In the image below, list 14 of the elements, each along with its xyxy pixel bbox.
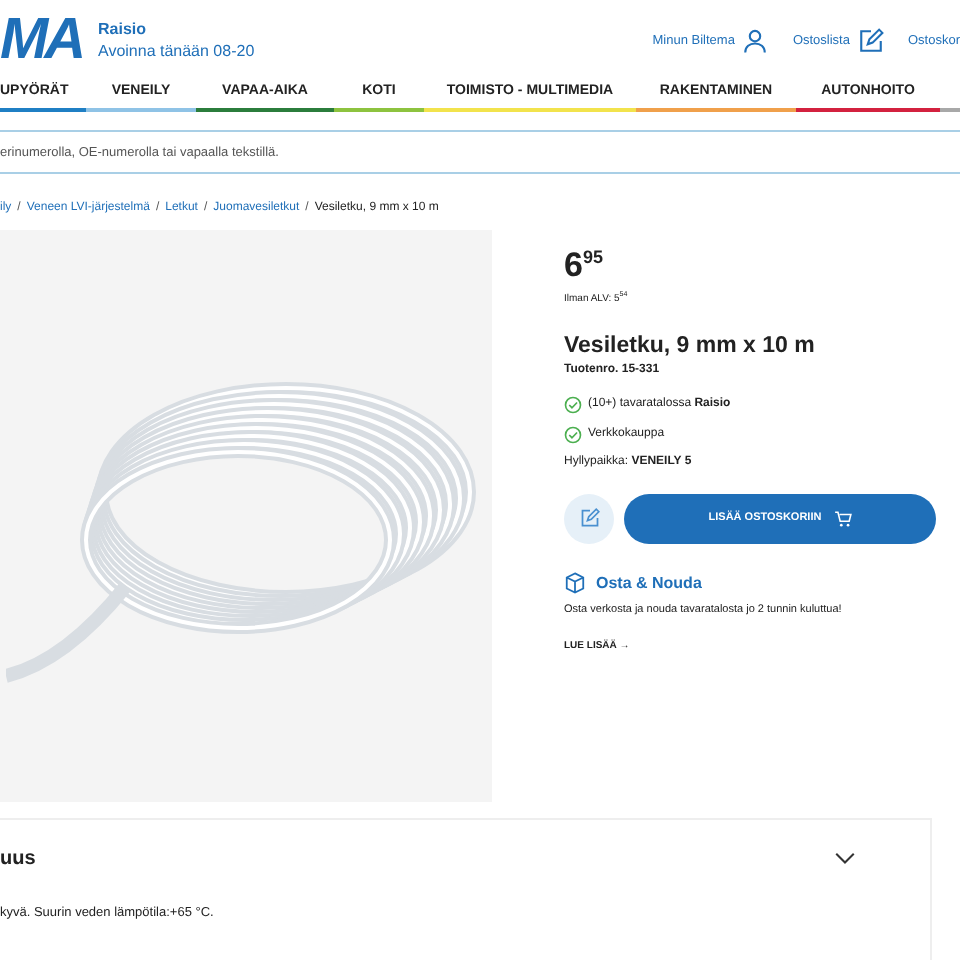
edit-icon [579,508,599,529]
product-title: Vesiletku, 9 mm x 10 m [564,333,817,358]
box-icon [564,571,586,594]
pickup-title: Osta & Nouda [596,573,702,592]
edit-icon [857,27,884,53]
user-icon [742,27,769,53]
opening-hours: Avoinna tänään 08-20 [98,42,255,60]
chevron-down-icon[interactable] [834,852,856,866]
logo[interactable]: MA [0,7,80,73]
store-name[interactable]: Raisio [98,20,255,38]
cart-icon [833,509,852,528]
section-title: uus [0,848,36,870]
price: 6$^{95}$ [564,246,605,286]
add-to-list-button[interactable] [564,493,614,544]
